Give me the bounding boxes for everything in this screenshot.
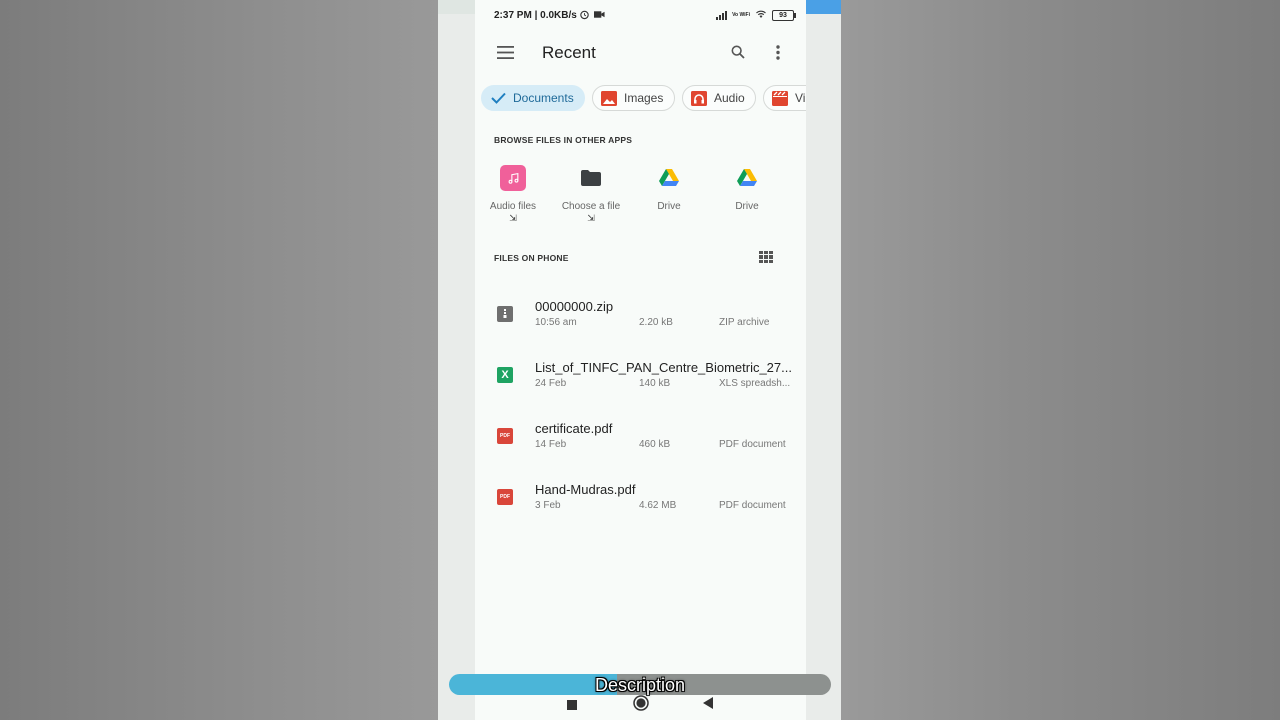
external-link-icon: ⇲ bbox=[509, 213, 517, 223]
file-row[interactable]: PDF certificate.pdf 14 Feb 460 kB PDF do… bbox=[475, 408, 806, 464]
file-name: Hand-Mudras.pdf bbox=[535, 482, 636, 497]
filter-chips: Documents Images Audio Vi bbox=[481, 85, 806, 113]
chip-documents[interactable]: Documents bbox=[481, 85, 585, 111]
home-button[interactable] bbox=[633, 695, 649, 716]
file-size: 2.20 kB bbox=[639, 317, 673, 328]
recents-button[interactable] bbox=[567, 697, 577, 715]
headphones-icon bbox=[691, 90, 707, 106]
caption-text: Description bbox=[594, 675, 686, 695]
app-label: Audio files bbox=[489, 201, 537, 212]
file-size: 460 kB bbox=[639, 439, 671, 450]
file-name: List_of_TINFC_PAN_Centre_Biometric_27... bbox=[535, 360, 792, 375]
image-icon bbox=[601, 90, 617, 106]
check-icon bbox=[490, 90, 506, 106]
chip-label: Audio bbox=[714, 91, 745, 105]
file-name: 00000000.zip bbox=[535, 299, 614, 314]
folder-icon bbox=[578, 165, 604, 191]
app-choose-file[interactable]: Choose a file ⇲ bbox=[552, 165, 630, 224]
more-vert-icon[interactable] bbox=[766, 40, 790, 64]
app-drive-2[interactable]: Drive bbox=[708, 165, 786, 212]
video-record-icon bbox=[594, 10, 605, 22]
back-button[interactable] bbox=[703, 696, 713, 714]
chip-label: Documents bbox=[513, 91, 574, 105]
google-drive-icon bbox=[734, 165, 760, 191]
app-label: Drive bbox=[735, 201, 759, 212]
google-drive-icon bbox=[656, 165, 682, 191]
app-bar: Recent bbox=[475, 34, 806, 74]
browse-section-title: BROWSE FILES IN OTHER APPS bbox=[494, 135, 633, 145]
file-date: 24 Feb bbox=[535, 378, 567, 389]
alarm-icon bbox=[579, 9, 590, 23]
signal-icon bbox=[716, 11, 728, 20]
file-type: ZIP archive bbox=[719, 317, 770, 328]
file-type: PDF document bbox=[719, 500, 786, 511]
page-title: Recent bbox=[542, 43, 596, 62]
file-row[interactable]: X List_of_TINFC_PAN_Centre_Biometric_27.… bbox=[475, 347, 806, 403]
status-time: 2:37 PM | 0.0KB/s bbox=[494, 10, 577, 21]
app-drive[interactable]: Drive bbox=[630, 165, 708, 212]
pdf-icon: PDF bbox=[497, 489, 513, 505]
grid-view-icon[interactable] bbox=[759, 251, 773, 263]
battery-icon: 93 bbox=[772, 10, 796, 21]
file-type: PDF document bbox=[719, 439, 786, 450]
chip-label: Images bbox=[624, 91, 664, 105]
file-date: 3 Feb bbox=[535, 500, 561, 511]
status-bar: 2:37 PM | 0.0KB/s Vo WiFi 93 bbox=[494, 8, 796, 24]
files-section-title: FILES ON PHONE bbox=[494, 253, 569, 263]
wifi-icon bbox=[755, 9, 767, 22]
blurred-background-left bbox=[0, 0, 438, 720]
blurred-background-right bbox=[841, 0, 1280, 720]
app-audio-files[interactable]: Audio files ⇲ bbox=[474, 165, 552, 224]
search-icon[interactable] bbox=[726, 40, 750, 64]
chip-images[interactable]: Images bbox=[592, 85, 675, 111]
pdf-icon: PDF bbox=[497, 428, 513, 444]
external-link-icon: ⇲ bbox=[587, 213, 595, 223]
file-date: 14 Feb bbox=[535, 439, 567, 450]
file-date: 10:56 am bbox=[535, 317, 577, 328]
menu-icon[interactable] bbox=[493, 40, 517, 64]
file-type: XLS spreadsh... bbox=[719, 378, 791, 389]
file-size: 4.62 MB bbox=[639, 500, 677, 511]
chip-label: Vi bbox=[795, 91, 806, 105]
zip-icon bbox=[497, 306, 513, 322]
app-label: Choose a file bbox=[561, 201, 621, 212]
chip-audio[interactable]: Audio bbox=[682, 85, 756, 111]
music-note-icon bbox=[500, 165, 526, 191]
file-name: certificate.pdf bbox=[535, 421, 613, 436]
chip-videos[interactable]: Vi bbox=[763, 85, 806, 111]
file-row[interactable]: 00000000.zip 10:56 am 2.20 kB ZIP archiv… bbox=[475, 286, 806, 342]
file-size: 140 kB bbox=[639, 378, 671, 389]
app-label: Drive bbox=[657, 201, 681, 212]
caption-progress-bar: Description bbox=[449, 674, 831, 695]
navigation-bar bbox=[438, 695, 841, 720]
file-row[interactable]: PDF Hand-Mudras.pdf 3 Feb 4.62 MB PDF do… bbox=[475, 469, 806, 525]
excel-icon: X bbox=[497, 367, 513, 383]
volte-indicator: Vo WiFi bbox=[732, 12, 750, 18]
video-icon bbox=[772, 90, 788, 106]
